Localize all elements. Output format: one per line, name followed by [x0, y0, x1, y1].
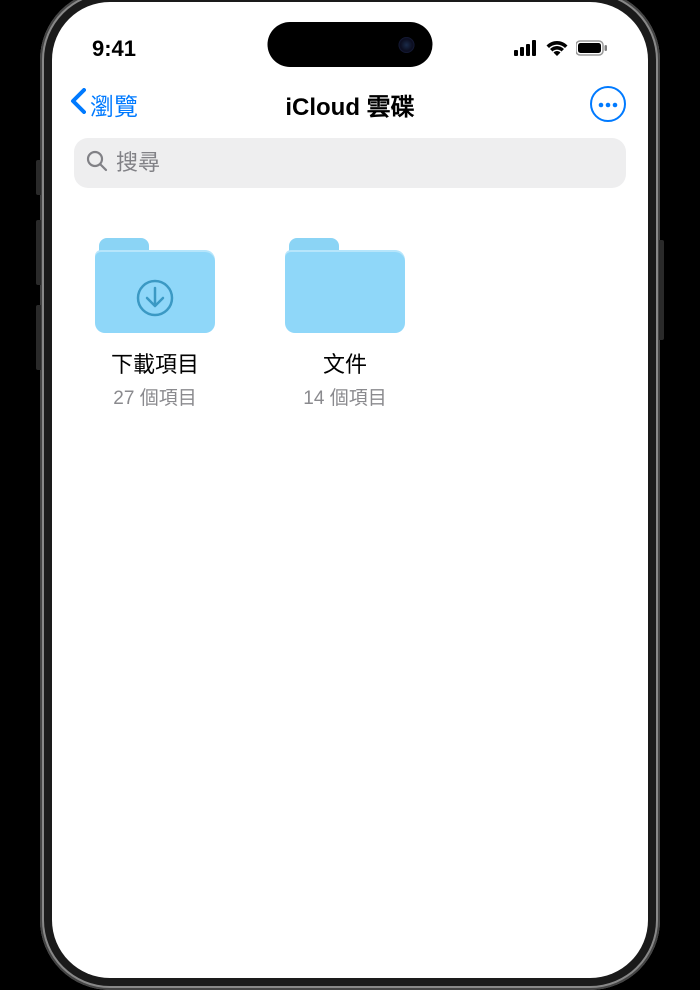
folder-count: 14 個項目	[303, 383, 386, 410]
volume-down	[36, 305, 41, 370]
back-label: 瀏覽	[90, 87, 138, 122]
mute-switch	[36, 160, 41, 195]
dynamic-island	[268, 22, 433, 67]
page-title: iCloud 雲碟	[285, 87, 414, 122]
navigation-bar: 瀏覽 iCloud 雲碟	[52, 72, 648, 132]
folder-icon	[95, 238, 215, 333]
folder-icon	[285, 238, 405, 333]
chevron-left-icon	[70, 88, 86, 121]
ellipsis-icon	[598, 95, 618, 113]
cellular-icon	[514, 36, 538, 62]
folder-documents[interactable]: 文件 14 個項目	[270, 238, 420, 410]
folder-name: 下載項目	[111, 347, 199, 379]
search-bar[interactable]	[74, 138, 626, 188]
battery-icon	[576, 36, 608, 62]
search-input[interactable]	[116, 150, 614, 176]
screen: 9:41 瀏覽 iCloud 雲碟	[52, 2, 648, 978]
download-badge-icon	[135, 278, 175, 318]
volume-up	[36, 220, 41, 285]
device-frame: 9:41 瀏覽 iCloud 雲碟	[40, 0, 660, 990]
front-camera	[399, 37, 415, 53]
search-icon	[86, 150, 108, 177]
folder-name: 文件	[323, 347, 367, 379]
wifi-icon	[546, 36, 568, 62]
back-button[interactable]: 瀏覽	[70, 87, 138, 122]
folder-grid: 下載項目 27 個項目 文件 14 個項目	[52, 188, 648, 460]
power-button	[659, 240, 664, 340]
status-time: 9:41	[92, 36, 136, 62]
folder-downloads[interactable]: 下載項目 27 個項目	[80, 238, 230, 410]
folder-count: 27 個項目	[113, 383, 196, 410]
more-button[interactable]	[590, 86, 626, 122]
